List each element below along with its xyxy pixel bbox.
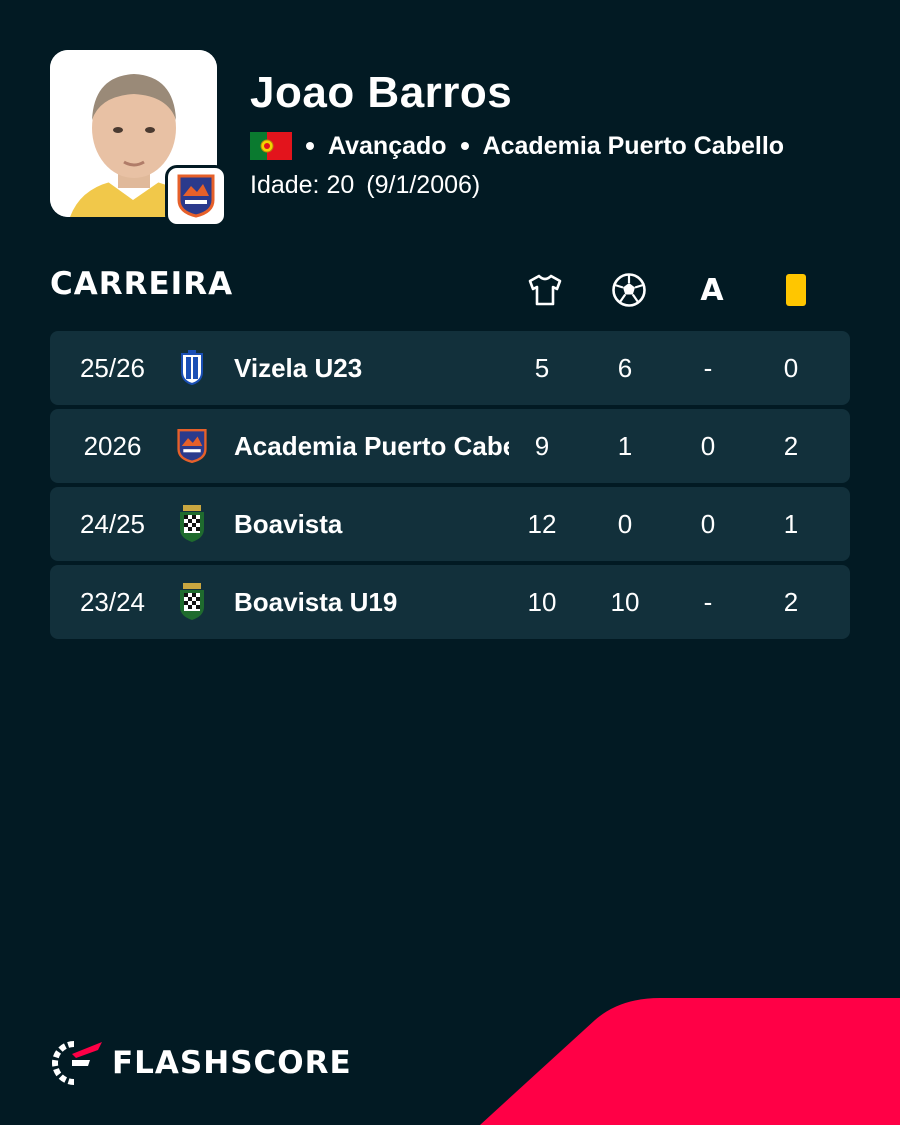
assists: - <box>703 586 713 617</box>
brand-name: FLASHSCORE <box>112 1045 352 1081</box>
yellow-cards: 2 <box>783 430 799 461</box>
season: 25/26 <box>79 352 146 383</box>
appearances: 10 <box>527 586 557 617</box>
goals: 1 <box>617 430 633 461</box>
appearances: 5 <box>534 352 550 383</box>
flashscore-logo[interactable]: FLASHSCORE <box>50 1038 352 1088</box>
player-meta: Avançado Academia Puerto Cabello <box>250 130 784 162</box>
birth-date: (9/1/2006) <box>366 171 481 199</box>
career-row[interactable]: 25/26 Vizela U23 5 6 - 0 <box>50 331 850 405</box>
vizela-crest-icon <box>174 331 210 405</box>
boavista-crest-icon <box>174 565 210 639</box>
age-label: Idade: 20 <box>250 171 355 199</box>
boavista-crest-icon <box>174 487 210 561</box>
team-name[interactable]: Vizela U23 <box>234 331 509 405</box>
ball-icon <box>609 270 649 310</box>
season: 2026 <box>83 430 142 461</box>
assists: - <box>703 352 713 383</box>
player-club[interactable]: Academia Puerto Cabello <box>483 132 784 161</box>
appearances: 9 <box>534 430 550 461</box>
yellow-cards: 0 <box>783 352 799 383</box>
flashscore-logo-icon <box>52 1041 102 1085</box>
shirt-icon <box>525 270 565 310</box>
assists: 0 <box>700 430 716 461</box>
season: 23/24 <box>79 586 146 617</box>
goals: 0 <box>617 508 633 539</box>
yellow-card-icon <box>776 270 816 310</box>
career-row[interactable]: 23/24 Boavista U19 10 10 - 2 <box>50 565 850 639</box>
goals: 10 <box>610 586 640 617</box>
academia-crest-icon <box>177 174 215 218</box>
separator-dot <box>306 142 314 150</box>
appearances: 12 <box>527 508 557 539</box>
assists: 0 <box>700 508 716 539</box>
player-age: Idade: 20 (9/1/2006) <box>250 171 480 200</box>
yellow-cards: 2 <box>783 586 799 617</box>
assists-header: A <box>700 272 724 308</box>
goals: 6 <box>617 352 633 383</box>
player-name: Joao Barros <box>250 68 513 117</box>
team-name[interactable]: Academia Puerto Cabello <box>234 409 509 483</box>
club-badge <box>165 165 227 227</box>
team-name[interactable]: Boavista U19 <box>234 565 509 639</box>
career-title: CARREIRA <box>50 266 234 302</box>
portugal-flag-icon <box>250 132 292 160</box>
yellow-cards: 1 <box>783 508 799 539</box>
team-name[interactable]: Boavista <box>234 487 509 561</box>
career-row[interactable]: 2026 Academia Puerto Cabello 9 1 0 2 <box>50 409 850 483</box>
separator-dot <box>460 142 469 150</box>
academia-crest-icon <box>174 409 210 483</box>
season: 24/25 <box>79 508 146 539</box>
player-position: Avançado <box>328 131 447 160</box>
career-row[interactable]: 24/25 Boavista 12 0 0 1 <box>50 487 850 561</box>
